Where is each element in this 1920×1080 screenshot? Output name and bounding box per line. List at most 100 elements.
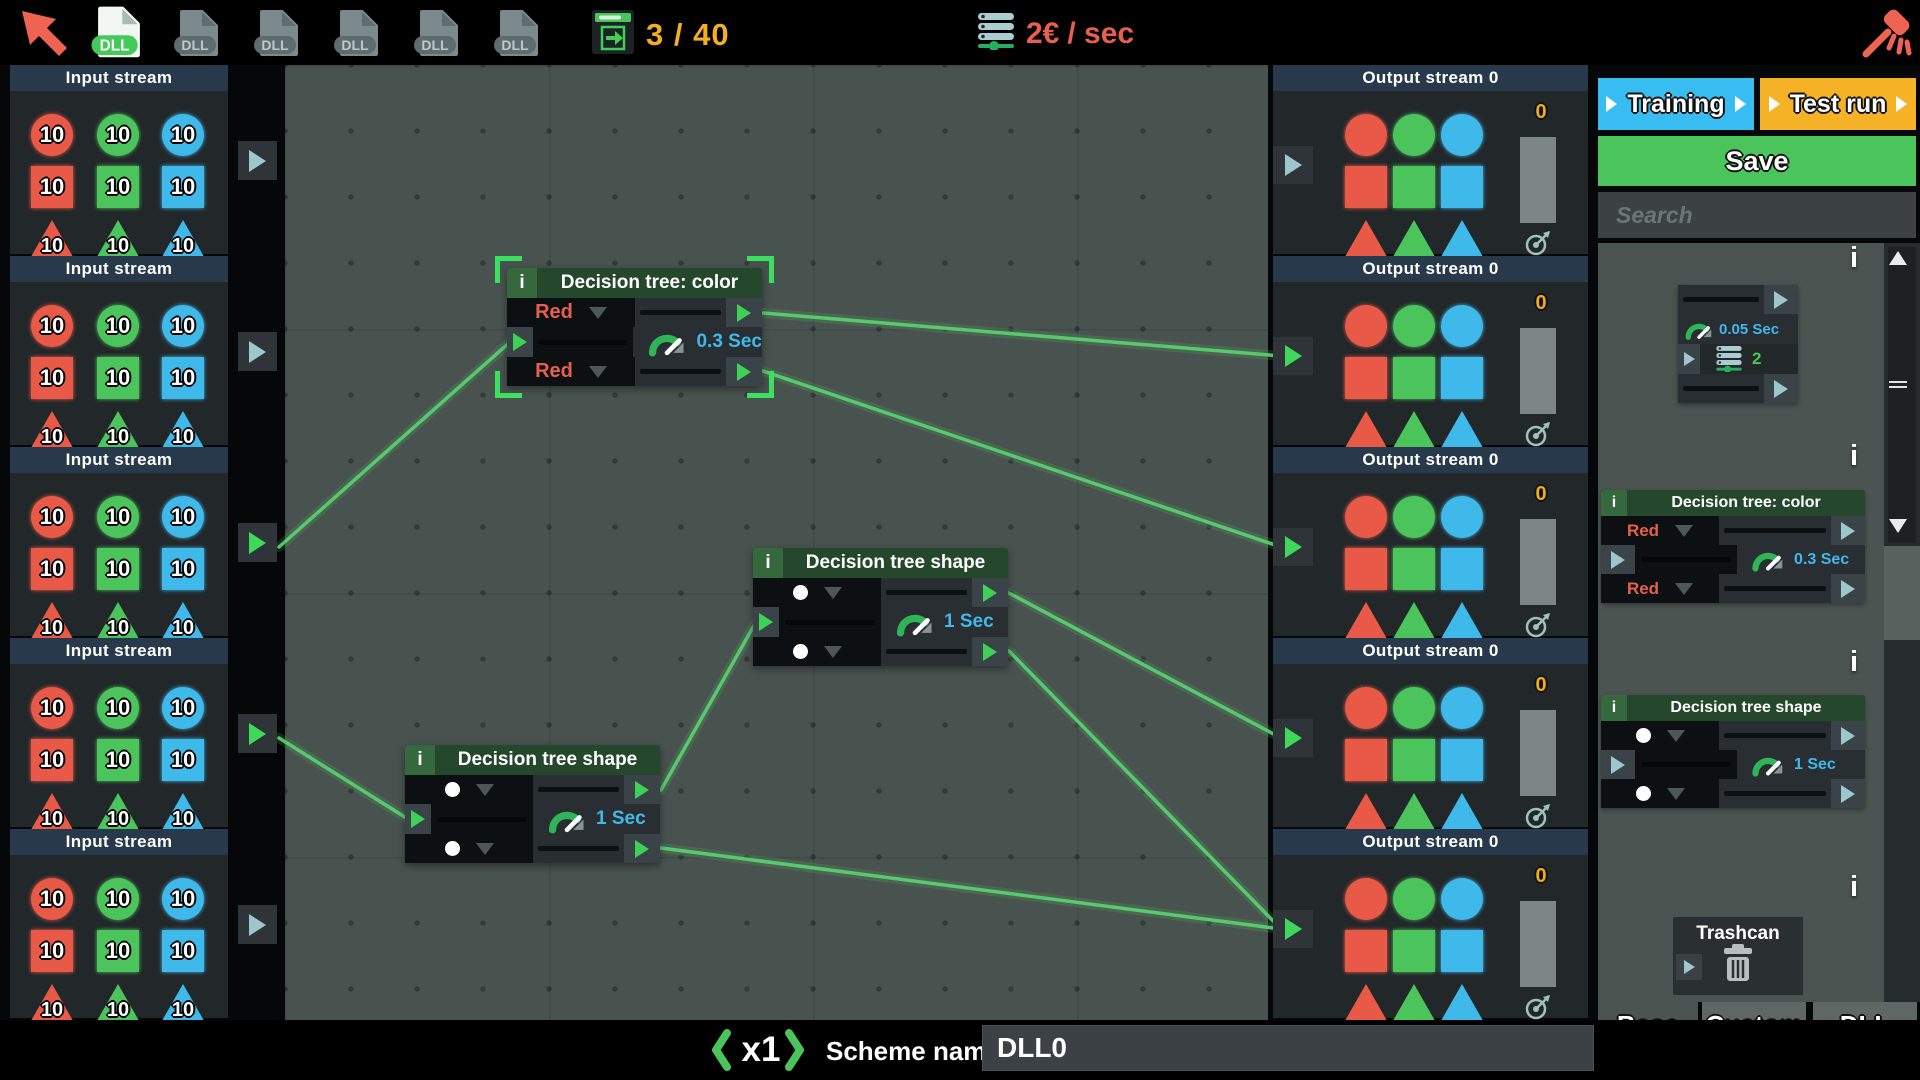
- dropdown-arrow-icon: [475, 783, 494, 796]
- scheme-canvas[interactable]: [285, 65, 1268, 1020]
- scrollbar-track[interactable]: [1888, 247, 1916, 543]
- dll-file-tab[interactable]: DLL: [253, 7, 305, 59]
- stream-in-port[interactable]: [1273, 528, 1313, 566]
- dll-file-icon: DLL: [174, 10, 218, 56]
- stream-shape-red-square: [1345, 739, 1387, 781]
- timer-value: 1 Sec: [944, 611, 994, 632]
- input-stream-panel: Input stream 10 10 10 10 10 10 10 10 10: [10, 65, 277, 262]
- node-out-port[interactable]: [1831, 779, 1865, 808]
- option-dropdown[interactable]: [753, 578, 881, 607]
- speed-decrease-button[interactable]: [710, 1028, 732, 1077]
- stream-in-port[interactable]: [1273, 146, 1313, 184]
- scroll-down-icon[interactable]: [1889, 519, 1907, 533]
- dll-file-tab[interactable]: DLL: [413, 7, 465, 59]
- option-dropdown[interactable]: [405, 834, 533, 863]
- scrollbar-handle[interactable]: [1889, 381, 1907, 383]
- play-icon: [635, 780, 649, 799]
- option-dropdown[interactable]: Red: [1601, 574, 1719, 603]
- node-dt-color-1[interactable]: i Decision tree: color Red 0.3 Sec Red: [495, 256, 774, 398]
- dll-file-tab[interactable]: DLL: [173, 7, 225, 59]
- option-dropdown[interactable]: Red: [507, 298, 635, 327]
- option-dropdown[interactable]: Red: [1601, 516, 1719, 545]
- stream-shape-blue-circle: 10: [162, 687, 204, 729]
- panel-title: Output stream 0: [1273, 638, 1588, 664]
- info-icon[interactable]: i: [1850, 440, 1858, 473]
- stream-shape-blue-square: 10: [162, 548, 204, 590]
- scheme-name-input[interactable]: [982, 1025, 1594, 1071]
- node-title: Decision tree: color: [1671, 494, 1821, 511]
- info-icon[interactable]: i: [1850, 871, 1858, 904]
- output-counter: 0: [1535, 674, 1547, 696]
- dll-file-tab[interactable]: DLL: [333, 7, 385, 59]
- node-out-port[interactable]: [1831, 516, 1865, 545]
- search-input[interactable]: [1598, 192, 1916, 238]
- stream-play-button[interactable]: [238, 714, 277, 753]
- node-p-dt-shape[interactable]: i Decision tree shape 1 Sec: [1601, 695, 1865, 808]
- back-button[interactable]: [16, 5, 72, 66]
- option-dropdown[interactable]: [405, 775, 533, 804]
- option-dropdown[interactable]: [753, 637, 881, 666]
- speed-increase-button[interactable]: [784, 1028, 806, 1077]
- node-in-port[interactable]: [1678, 344, 1700, 374]
- node-info-button[interactable]: i: [753, 548, 783, 578]
- node-out-port[interactable]: [1764, 374, 1798, 403]
- shape-value: 10: [40, 235, 64, 257]
- broom-icon: [1862, 9, 1912, 58]
- node-in-port[interactable]: [405, 804, 431, 834]
- selection-corner: [747, 371, 774, 398]
- stream-play-button[interactable]: [238, 523, 277, 562]
- node-info-button[interactable]: i: [1601, 490, 1627, 516]
- test-run-button[interactable]: Test run: [1760, 78, 1916, 130]
- node-in-port[interactable]: [753, 607, 779, 637]
- node-info-button[interactable]: i: [405, 745, 435, 775]
- node-info-button[interactable]: i: [1601, 695, 1627, 721]
- stream-play-button[interactable]: [238, 332, 277, 371]
- option-dropdown[interactable]: [1601, 779, 1719, 808]
- shape-value: 10: [170, 504, 196, 529]
- trashcan-dropzone[interactable]: Trashcan: [1673, 917, 1803, 995]
- panel-title: Output stream 0: [1273, 65, 1588, 91]
- stream-play-button[interactable]: [238, 141, 277, 180]
- node-out-port[interactable]: [624, 834, 660, 863]
- save-button[interactable]: Save: [1598, 136, 1916, 186]
- dll-file-tab[interactable]: DLL: [493, 7, 545, 59]
- stream-play-button[interactable]: [238, 905, 277, 944]
- stream-shape-blue-square: 10: [162, 357, 204, 399]
- node-dt-shape-2[interactable]: i Decision tree shape 1 Sec: [405, 745, 660, 863]
- node-out-port[interactable]: [624, 775, 660, 804]
- node-out-port[interactable]: [1831, 721, 1865, 750]
- stream-in-port[interactable]: [1273, 910, 1313, 948]
- option-dropdown[interactable]: [1601, 721, 1719, 750]
- timer-value: 0.05 Sec: [1719, 320, 1780, 338]
- palette-speed-node[interactable]: 0.05 Sec 2: [1678, 285, 1798, 403]
- gauge-icon: [895, 607, 935, 638]
- stream-in-port[interactable]: [1273, 337, 1313, 375]
- node-out-port[interactable]: [972, 637, 1008, 666]
- option-dropdown[interactable]: Red: [507, 357, 635, 386]
- node-out-port[interactable]: [1831, 574, 1865, 603]
- node-in-port[interactable]: [1601, 750, 1635, 779]
- shape-value: 10: [170, 122, 196, 147]
- clear-scheme-button[interactable]: [1858, 2, 1916, 65]
- play-icon: [1611, 550, 1625, 569]
- node-in-port[interactable]: [507, 327, 533, 357]
- dll-file-tab[interactable]: DLL: [90, 3, 147, 60]
- stream-shape-red-square: 10: [31, 357, 73, 399]
- play-icon: [411, 810, 425, 828]
- info-icon[interactable]: i: [1850, 242, 1858, 275]
- info-icon[interactable]: i: [1850, 646, 1858, 679]
- node-out-port[interactable]: [1764, 285, 1798, 314]
- scroll-up-icon[interactable]: [1889, 251, 1907, 265]
- node-in-port[interactable]: [1601, 545, 1635, 574]
- play-icon: [1734, 96, 1746, 112]
- stream-in-port[interactable]: [1273, 719, 1313, 757]
- trashcan-in-port[interactable]: [1676, 954, 1702, 980]
- node-out-port[interactable]: [972, 578, 1008, 607]
- stream-shape-red-circle: [1345, 114, 1387, 156]
- node-p-dt-color[interactable]: i Decision tree: color Red 0.3 Sec Red: [1601, 490, 1865, 603]
- dropdown-arrow-icon: [1675, 524, 1694, 537]
- stream-shape-green-circle: [1393, 114, 1435, 156]
- training-button[interactable]: Training: [1598, 78, 1754, 130]
- node-out-port[interactable]: [726, 298, 762, 327]
- node-dt-shape-1[interactable]: i Decision tree shape 1 Sec: [753, 548, 1008, 666]
